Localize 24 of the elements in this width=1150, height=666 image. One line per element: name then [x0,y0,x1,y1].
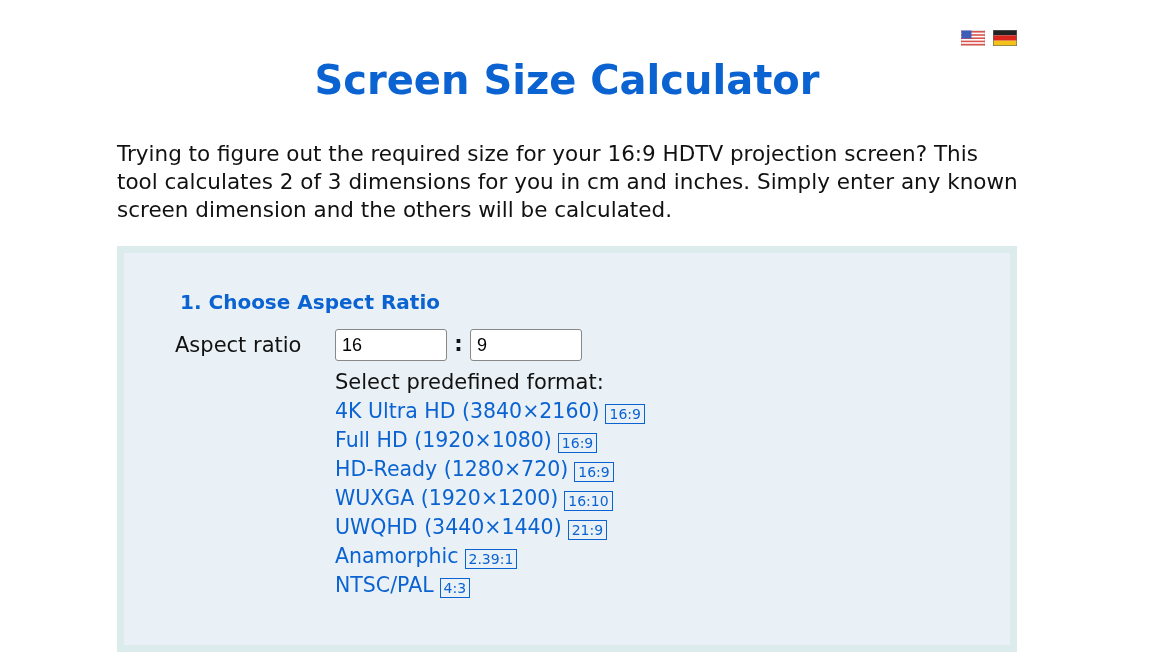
format-link[interactable]: Anamorphic [335,544,459,568]
format-link[interactable]: HD-Ready (1280×720) [335,457,569,481]
predefined-format-label: Select predefined format: [335,369,605,396]
ratio-tag: 4:3 [439,577,471,598]
aspect-ratio-label: Aspect ratio [175,333,302,357]
ratio-tag: 16:10 [564,490,613,511]
format-link[interactable]: 4K Ultra HD (3840×2160) [335,399,600,423]
aspect-width-input[interactable]: 16 [335,329,447,361]
ratio-tag: 21:9 [567,519,608,540]
format-link[interactable]: WUXGA (1920×1200) [335,486,559,510]
ratio-tag: 16:9 [557,432,598,453]
ratio-tag: 16:9 [605,403,645,424]
intro-paragraph: Trying to figure out the required size for your 16:9 HDTV projection screen? This tool calculates 2 of 3 dimensions for you in cm and inches. Simply enter any known screen dimension and the others will be calculated. [117,140,1019,224]
us-flag-icon[interactable] [961,30,985,46]
page-title: Screen Size Calculator [313,56,821,104]
ratio-tag: 2.39:1 [464,548,518,569]
ratio-tag: 16:9 [574,461,614,482]
ratio-separator: : [453,331,464,359]
german-flag-icon[interactable] [993,30,1017,46]
section-heading: 1. Choose Aspect Ratio [180,289,441,316]
format-link[interactable]: Full HD (1920×1080) [335,428,552,452]
aspect-height-input[interactable]: 9 [470,329,582,361]
format-link[interactable]: UWQHD (3440×1440) [335,515,562,539]
format-link[interactable]: NTSC/PAL [335,573,434,597]
